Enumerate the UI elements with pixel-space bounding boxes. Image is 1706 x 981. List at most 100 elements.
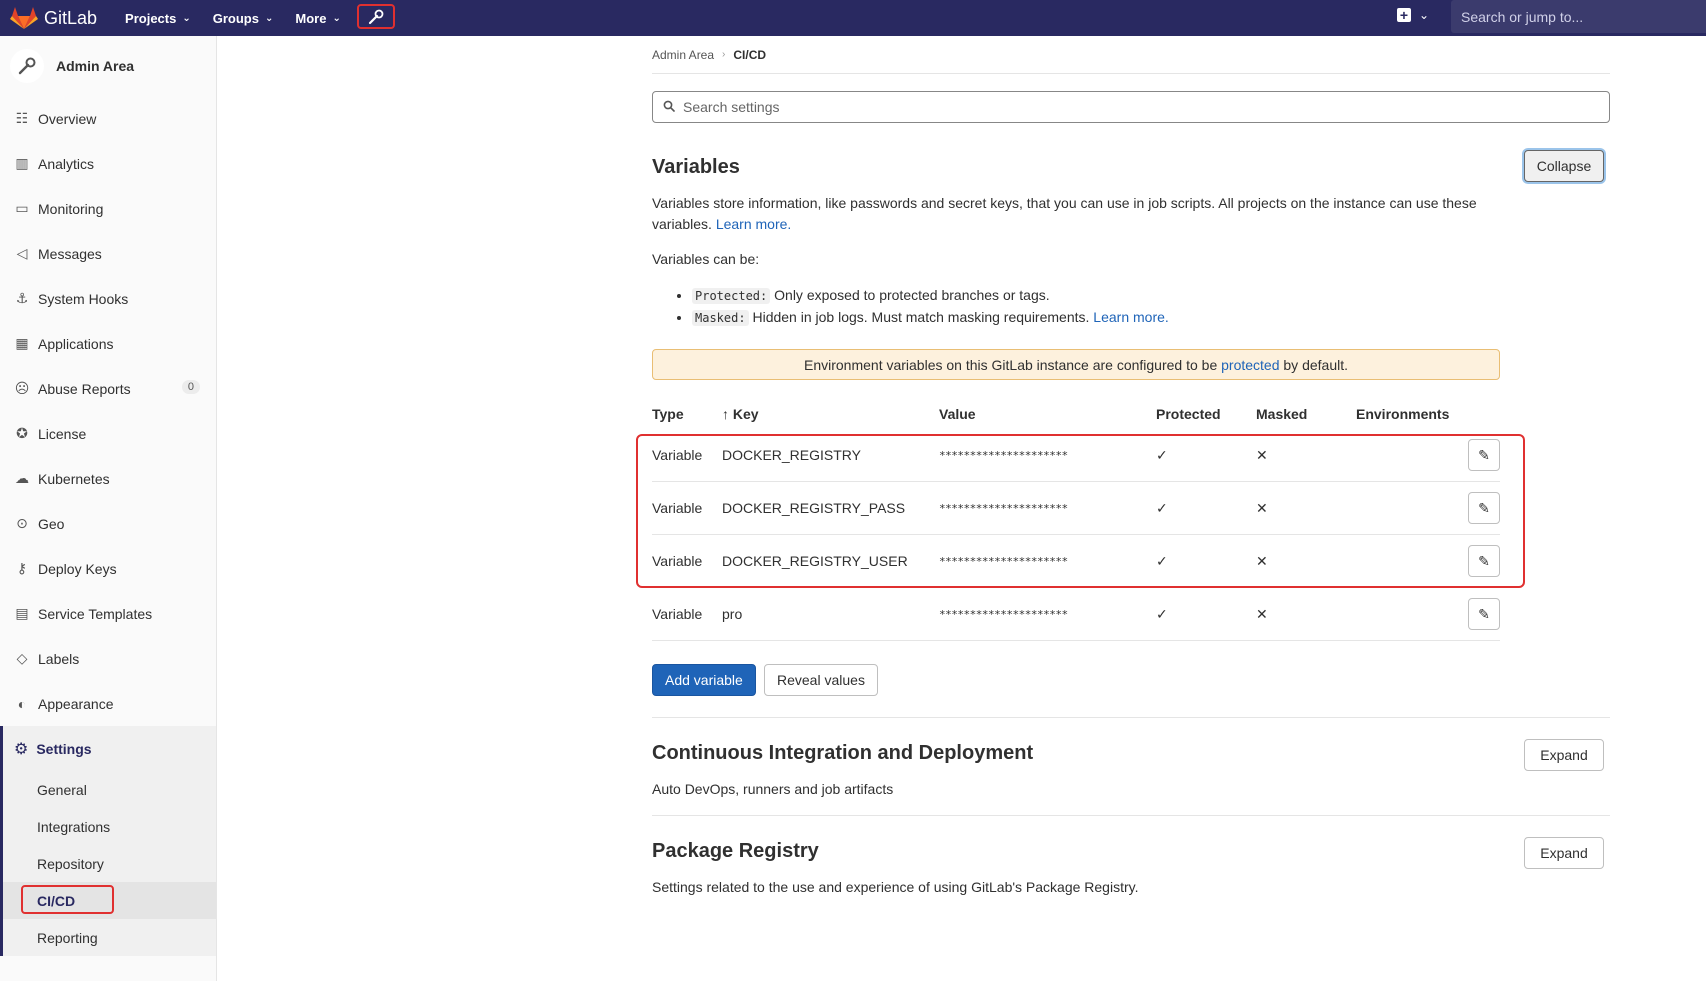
chevron-down-icon: ⌄ bbox=[1419, 8, 1430, 22]
wrench-icon bbox=[18, 57, 36, 75]
chevron-down-icon: ⌄ bbox=[264, 12, 274, 24]
nav-projects[interactable]: Projects ⌄ bbox=[125, 11, 191, 26]
sidebar-subitem-cicd[interactable]: CI/CD bbox=[3, 882, 216, 919]
variables-can-be: Variables can be: bbox=[652, 251, 760, 267]
hook-icon: ⚓ bbox=[15, 290, 29, 306]
sidebar-item-label: Service Templates bbox=[38, 605, 153, 622]
masked-code: Masked: bbox=[692, 310, 749, 326]
add-variable-button[interactable]: Add variable bbox=[652, 664, 756, 696]
nav-groups[interactable]: Groups ⌄ bbox=[213, 11, 274, 26]
sidebar-item-settings[interactable]: ⚙ Settings bbox=[3, 726, 216, 771]
main-content: Admin Area › CI/CD Search settings Varia… bbox=[636, 36, 1610, 895]
sidebar-item-abuse-reports[interactable]: ☹ Abuse Reports 0 bbox=[0, 366, 216, 411]
row-value: ********************* bbox=[939, 607, 1068, 621]
header-type[interactable]: Type bbox=[652, 406, 722, 422]
notice-protected-link[interactable]: protected bbox=[1221, 357, 1279, 373]
sidebar-item-label: Abuse Reports bbox=[38, 380, 131, 397]
protected-desc: Only exposed to protected branches or ta… bbox=[774, 287, 1050, 303]
section-divider bbox=[652, 717, 1610, 718]
label-icon: ◇ bbox=[16, 650, 28, 666]
edit-variable-button[interactable]: ✎ bbox=[1468, 545, 1500, 577]
sidebar-item-applications[interactable]: ▦ Applications bbox=[0, 321, 216, 366]
key-icon: ⚷ bbox=[16, 560, 28, 576]
sidebar-subitem-label: Repository bbox=[37, 855, 104, 872]
sidebar-item-label: Geo bbox=[38, 515, 65, 532]
sidebar-item-appearance[interactable]: ◐ Appearance bbox=[0, 681, 216, 726]
admin-sidebar: Admin Area ☷ Overview ▥ Analytics ▭ Monitor… bbox=[0, 36, 217, 981]
overview-icon: ☷ bbox=[15, 110, 29, 126]
sidebar-item-kubernetes[interactable]: ☁ Kubernetes bbox=[0, 456, 216, 501]
edit-variable-button[interactable]: ✎ bbox=[1468, 492, 1500, 524]
nav-more[interactable]: More ⌄ bbox=[295, 11, 340, 26]
sidebar-subitem-repository[interactable]: Repository bbox=[3, 845, 216, 882]
gitlab-brand[interactable]: GitLab bbox=[10, 0, 97, 36]
sidebar-item-label: Messages bbox=[38, 245, 102, 262]
wrench-icon bbox=[368, 9, 384, 24]
applications-icon: ▦ bbox=[15, 335, 29, 351]
close-icon: ✕ bbox=[1256, 446, 1268, 463]
learn-more-link[interactable]: Learn more. bbox=[716, 216, 791, 232]
sidebar-item-label: Monitoring bbox=[38, 200, 104, 217]
masked-learn-more-link[interactable]: Learn more. bbox=[1093, 309, 1168, 325]
header-key-label: Key bbox=[732, 406, 759, 422]
admin-area-button[interactable] bbox=[357, 4, 395, 29]
analytics-icon: ▥ bbox=[15, 155, 29, 171]
sidebar-subitem-label: General bbox=[37, 781, 87, 798]
close-icon: ✕ bbox=[1256, 552, 1268, 569]
sort-arrow-icon: ↑ bbox=[722, 406, 733, 422]
template-icon: ▤ bbox=[15, 605, 29, 621]
pencil-icon: ✎ bbox=[1478, 605, 1490, 622]
package-registry-title: Package Registry bbox=[652, 840, 819, 862]
geo-icon: ⊙ bbox=[16, 515, 28, 531]
sidebar-item-label: Deploy Keys bbox=[38, 560, 117, 577]
sidebar-item-geo[interactable]: ⊙ Geo bbox=[0, 501, 216, 546]
sidebar-item-label: System Hooks bbox=[38, 290, 129, 307]
global-search-input[interactable]: Search or jump to... bbox=[1451, 0, 1706, 33]
table-row: Variable DOCKER_REGISTRY_PASS **********… bbox=[652, 482, 1500, 535]
check-icon: ✓ bbox=[1156, 446, 1168, 463]
header-masked: Masked bbox=[1256, 406, 1308, 422]
sidebar-item-label: Appearance bbox=[38, 695, 114, 712]
sidebar-item-label: Applications bbox=[38, 335, 114, 352]
row-type: Variable bbox=[652, 500, 703, 516]
package-expand-button[interactable]: Expand bbox=[1524, 837, 1604, 869]
header-environments: Environments bbox=[1356, 406, 1450, 422]
table-row: Variable DOCKER_REGISTRY_USER **********… bbox=[652, 535, 1500, 588]
table-row: Variable pro ********************* ✓ ✕ ✎ bbox=[652, 588, 1500, 641]
sidebar-item-license[interactable]: ✪ License bbox=[0, 411, 216, 456]
notice-text-post: by default. bbox=[1283, 356, 1348, 373]
row-key: pro bbox=[722, 606, 743, 622]
new-dropdown[interactable]: + ⌄ bbox=[1397, 8, 1429, 22]
brand-name: GitLab bbox=[44, 7, 98, 28]
edit-variable-button[interactable]: ✎ bbox=[1468, 598, 1500, 630]
sidebar-header[interactable]: Admin Area bbox=[0, 36, 216, 96]
row-value: ********************* bbox=[939, 448, 1068, 462]
row-key: DOCKER_REGISTRY bbox=[722, 447, 861, 463]
edit-variable-button[interactable]: ✎ bbox=[1468, 439, 1500, 471]
sidebar-subitem-general[interactable]: General bbox=[3, 771, 216, 808]
abuse-icon: ☹ bbox=[14, 380, 30, 396]
kubernetes-icon: ☁ bbox=[15, 470, 29, 486]
sidebar-item-deploy-keys[interactable]: ⚷ Deploy Keys bbox=[0, 546, 216, 591]
sidebar-subitem-integrations[interactable]: Integrations bbox=[3, 808, 216, 845]
sidebar-subitem-label: Integrations bbox=[37, 818, 111, 835]
sidebar-subitem-label: Reporting bbox=[37, 929, 98, 946]
global-search-placeholder: Search or jump to... bbox=[1461, 8, 1584, 25]
sidebar-item-service-templates[interactable]: ▤ Service Templates bbox=[0, 591, 216, 636]
sidebar-item-messages[interactable]: ◁ Messages bbox=[0, 231, 216, 276]
collapse-button[interactable]: Collapse bbox=[1524, 150, 1604, 182]
sidebar-item-analytics[interactable]: ▥ Analytics bbox=[0, 141, 216, 186]
sidebar-item-monitoring[interactable]: ▭ Monitoring bbox=[0, 186, 216, 231]
reveal-values-button[interactable]: Reveal values bbox=[764, 664, 878, 696]
ci-expand-button[interactable]: Expand bbox=[1524, 739, 1604, 771]
sidebar-item-overview[interactable]: ☷ Overview bbox=[0, 96, 216, 141]
variables-types-list: Protected: Only exposed to protected bra… bbox=[692, 285, 1169, 329]
variables-table-header: Type ↑ Key Value Protected Masked Enviro… bbox=[652, 399, 1500, 429]
plus-icon: + bbox=[1397, 8, 1411, 22]
pencil-icon: ✎ bbox=[1478, 446, 1490, 463]
header-key[interactable]: ↑ Key bbox=[722, 406, 939, 422]
sidebar-item-labels[interactable]: ◇ Labels bbox=[0, 636, 216, 681]
sidebar-subitem-reporting[interactable]: Reporting bbox=[3, 919, 216, 956]
sidebar-item-label: Overview bbox=[38, 110, 97, 127]
sidebar-item-system-hooks[interactable]: ⚓ System Hooks bbox=[0, 276, 216, 321]
